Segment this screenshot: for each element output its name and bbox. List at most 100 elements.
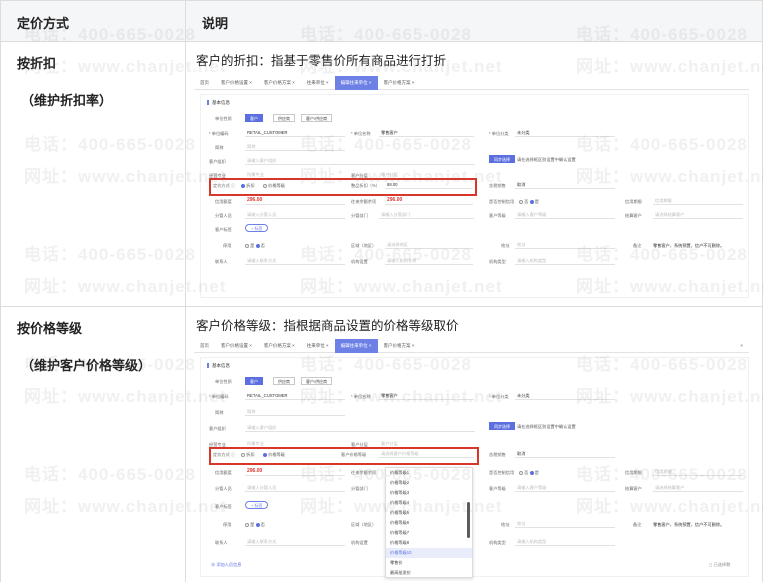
stop-radios[interactable]: 是 否 [245, 243, 265, 249]
credit-days-input[interactable]: 信用期限 [653, 467, 743, 476]
tab-edit-partner-unit[interactable]: 编辑往来单位 × [334, 338, 378, 353]
dropdown-option[interactable]: 价格等级6 [386, 518, 472, 528]
credit-control-label: 是否控制信用 [489, 470, 515, 475]
unit-type-supplier-button[interactable]: 供应商 [273, 114, 295, 122]
credit-days-input[interactable]: 信用期限 [653, 196, 743, 205]
inst-type-input[interactable]: 请输入机构类型 [515, 537, 615, 546]
tab-home[interactable]: 首页 [194, 339, 215, 353]
dropdown-option[interactable]: 零售价 [386, 558, 472, 568]
sync-select-button[interactable]: 同步选择 [489, 155, 515, 163]
radio-label: 价格等级 [268, 452, 285, 457]
method-cell-discount: 按折扣 （维护折扣率） [0, 41, 186, 307]
credit-input[interactable]: 296.00 [245, 467, 345, 476]
sync-select-button[interactable]: 同步选择 [489, 422, 515, 430]
dropdown-option[interactable]: 价格等级10 [386, 548, 472, 558]
unit-type-both-button[interactable]: 客户/供应商 [301, 114, 333, 122]
radio-label: 价格等级 [268, 183, 285, 188]
remark-label: 备注 [633, 522, 642, 527]
unit-class-select[interactable]: 未分类 [515, 128, 615, 137]
header-method: 定价方式 [0, 0, 186, 42]
tab-customer-price-plan-2[interactable]: 客户价格方案 × [378, 339, 421, 353]
dropdown-option[interactable]: 价格等级1 [386, 468, 472, 478]
radio-label: 折扣 [246, 452, 255, 457]
unit-type-customer-button[interactable]: 客户 [245, 377, 263, 385]
radio-label: 否 [260, 522, 265, 527]
radio-selected-icon [263, 452, 267, 457]
tab-home[interactable]: 首页 [194, 76, 215, 90]
pricing-mode-level-radio[interactable]: 价格等级 [263, 183, 285, 189]
clearing-select[interactable]: 请选择结算客户 [653, 483, 743, 492]
dept2-select[interactable]: 请输入分管部门 [379, 210, 474, 219]
dropdown-scrollbar[interactable] [467, 502, 470, 538]
sales-select[interactable]: 请输入分管人员 [245, 483, 345, 492]
dropdown-option[interactable]: 价格等级7 [386, 528, 472, 538]
method-name: 按折扣 [17, 57, 57, 72]
method-description: 客户价格等级：指根据商品设置的价格等级取价 [196, 318, 459, 333]
abbr-input[interactable]: 简称 [245, 142, 345, 151]
radio-unselected-icon [245, 522, 249, 527]
balance-input[interactable]: 296.00 [385, 196, 473, 205]
unit-name-input[interactable]: 零售客户 [379, 128, 474, 137]
pricing-mode-level-radio[interactable]: 价格等级 [263, 452, 285, 458]
form-panel: 基本信息 单位性质 客户 供应商 客户/供应商 * 单位编码 RETAIL_CU… [200, 357, 749, 578]
sales-select[interactable]: 请输入分管人员 [245, 210, 345, 219]
pricing-mode-discount-radio[interactable]: 折扣 [241, 452, 255, 458]
dropdown-option[interactable]: 价格等级5 [386, 508, 472, 518]
dropdown-option[interactable]: 价格等级8 [386, 538, 472, 548]
tab-edit-partner-unit[interactable]: 编辑往来单位 × [334, 75, 378, 90]
dropdown-option[interactable]: 价格等级2 [386, 478, 472, 488]
price-level-select[interactable]: 请选择客户价格等级 [379, 449, 474, 458]
unit-class-select[interactable]: 未分类 [515, 391, 615, 400]
unit-type-label: 单位性质 [215, 379, 232, 384]
method-description: 客户的折扣：指基于零售价所有商品进行打折 [196, 53, 447, 68]
tax-label: 含税销售 [489, 183, 506, 188]
abbr-input[interactable]: 简称 [245, 407, 345, 416]
dropdown-option[interactable]: 价格等级3 [386, 488, 472, 498]
selected-count: ◻ 已选择数 [709, 562, 731, 567]
tab-customer-price-setting[interactable]: 客户价格设置 × [215, 339, 258, 353]
erp-screenshot-discount: 首页 客户价格设置 × 客户价格方案 × 往来单位 × 编辑往来单位 × 客户价… [194, 75, 749, 298]
group-input[interactable]: 请输入客户组织 [245, 156, 475, 165]
add-tag-button[interactable]: + 标签 [245, 501, 269, 509]
inst-setting-input[interactable]: 请输入机构名称 [385, 256, 473, 265]
pricing-mode-discount-radio[interactable]: 折扣 [241, 183, 255, 189]
level-select[interactable]: 请输入客户等级 [515, 483, 615, 492]
unit-type-both-button[interactable]: 客户/供应商 [301, 377, 333, 385]
add-tag-button[interactable]: + 标签 [245, 224, 269, 232]
close-icon[interactable]: × [734, 339, 749, 353]
clearing-select[interactable]: 请选择结算客户 [653, 210, 743, 219]
addr-input[interactable]: 地址 [515, 240, 615, 249]
tab-customer-price-plan[interactable]: 客户价格方案 × [258, 339, 301, 353]
unit-type-supplier-button[interactable]: 供应商 [273, 377, 295, 385]
contact-input[interactable]: 请输入联系方式 [245, 537, 345, 546]
dropdown-option[interactable]: 最高批发价 [386, 568, 472, 578]
contact-input[interactable]: 请输入联系方式 [245, 256, 345, 265]
unit-name-input[interactable]: 零售客户 [379, 391, 474, 400]
tab-partner-unit[interactable]: 往来单位 × [301, 339, 335, 353]
credit-control-radios[interactable]: 否 是 [519, 199, 539, 205]
credit-input[interactable]: 296.00 [245, 196, 345, 205]
unit-type-customer-button[interactable]: 客户 [245, 114, 263, 122]
discount-input[interactable]: 88.00 [385, 180, 473, 189]
inst-type-input[interactable]: 请输入机构类型 [515, 256, 615, 265]
dropdown-option[interactable]: 价格等级4 [386, 498, 472, 508]
group-input[interactable]: 请输入客户组织 [245, 423, 475, 432]
pricing-mode-label: 定价方式 ⓘ [213, 183, 236, 188]
stop-label: 停用 [223, 243, 232, 248]
tab-customer-price-plan[interactable]: 客户价格方案 × [258, 76, 301, 90]
radio-selected-icon [255, 243, 260, 248]
tax-select[interactable]: 取消 [515, 180, 615, 189]
unit-code-input[interactable]: RETAIL_CUSTOMER [245, 128, 345, 137]
stop-radios[interactable]: 是 否 [245, 522, 265, 528]
level-select[interactable]: 请输入客户等级 [515, 210, 615, 219]
tab-customer-price-plan-2[interactable]: 客户价格方案 × [378, 76, 421, 90]
addr-input[interactable]: 地址 [515, 519, 615, 528]
tax-select[interactable]: 取消 [515, 449, 615, 458]
credit-control-radios[interactable]: 否 是 [519, 470, 539, 476]
section-title: 基本信息 [207, 363, 230, 369]
tab-customer-price-setting[interactable]: 客户价格设置 × [215, 76, 258, 90]
unit-code-input[interactable]: RETAIL_CUSTOMER [245, 391, 345, 400]
area-select[interactable]: 请选择地区 [385, 240, 473, 249]
add-staff-button[interactable]: ⊕ 添加人员信息 [211, 562, 241, 568]
tab-partner-unit[interactable]: 往来单位 × [301, 76, 335, 90]
